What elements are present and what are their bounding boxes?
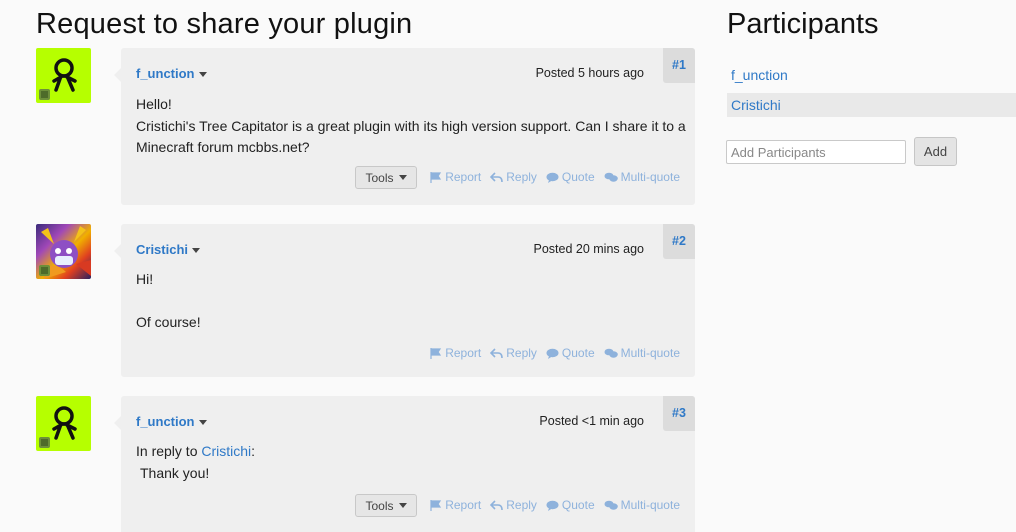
add-participants-input[interactable] — [726, 140, 906, 164]
avatar[interactable] — [36, 224, 91, 279]
online-status-indicator — [39, 437, 50, 448]
participant-cristichi[interactable]: Cristichi — [727, 93, 1016, 117]
reply-link[interactable]: Reply — [490, 498, 537, 512]
message-author[interactable]: Cristichi — [136, 242, 201, 257]
message-body: In reply to Cristichi: Thank you! — [136, 441, 686, 484]
chevron-down-icon — [398, 175, 407, 180]
message-author[interactable]: f_unction — [136, 414, 207, 429]
message-author[interactable]: f_unction — [136, 66, 207, 81]
chevron-down-icon — [198, 420, 207, 426]
multiquote-icon — [604, 348, 618, 358]
quote-icon — [546, 500, 559, 511]
message-timestamp: Posted <1 min ago — [539, 414, 644, 428]
message-2: Cristichi Posted 20 mins ago #2 Hi! Of c… — [114, 224, 695, 377]
message-timestamp: Posted 20 mins ago — [533, 242, 645, 256]
message-actions: Report Reply Quote Multi-quote — [430, 498, 680, 512]
page-title: Request to share your plugin — [36, 8, 413, 40]
chevron-down-icon — [192, 248, 201, 254]
reply-icon — [490, 347, 504, 358]
message-1: f_unction Posted 5 hours ago #1 Hello! C… — [114, 48, 695, 205]
avatar[interactable] — [36, 396, 91, 451]
avatar[interactable] — [36, 48, 91, 103]
reply-icon — [490, 171, 504, 182]
chevron-down-icon — [198, 72, 207, 78]
reply-icon — [490, 499, 504, 510]
reply-user-link[interactable]: Cristichi — [201, 443, 251, 459]
quote-icon — [546, 172, 559, 183]
chevron-down-icon — [398, 503, 407, 508]
participant-f-unction[interactable]: f_unction — [727, 63, 1016, 87]
add-participant-button[interactable]: Add — [914, 137, 957, 166]
participants-title: Participants — [727, 8, 879, 40]
flag-icon — [430, 499, 442, 511]
message-actions: Report Reply Quote Multi-quote — [430, 170, 680, 184]
message-actions: Report Reply Quote Multi-quote — [430, 346, 680, 360]
quote-link[interactable]: Quote — [546, 346, 595, 360]
multiquote-link[interactable]: Multi-quote — [604, 170, 680, 184]
online-status-indicator — [39, 265, 50, 276]
message-3: f_unction Posted <1 min ago #3 In reply … — [114, 396, 695, 532]
message-body: Hello! Cristichi's Tree Capitator is a g… — [136, 96, 686, 155]
multiquote-link[interactable]: Multi-quote — [604, 346, 680, 360]
message-number-link[interactable]: #2 — [663, 224, 695, 259]
flag-icon — [430, 171, 442, 183]
message-number-link[interactable]: #3 — [663, 396, 695, 431]
multiquote-link[interactable]: Multi-quote — [604, 498, 680, 512]
reply-link[interactable]: Reply — [490, 170, 537, 184]
flag-icon — [430, 347, 442, 359]
message-body: Hi! Of course! — [136, 271, 201, 330]
multiquote-icon — [604, 172, 618, 182]
quote-link[interactable]: Quote — [546, 498, 595, 512]
quote-link[interactable]: Quote — [546, 170, 595, 184]
message-timestamp: Posted 5 hours ago — [535, 66, 644, 80]
message-number-link[interactable]: #1 — [663, 48, 695, 83]
report-link[interactable]: Report — [430, 346, 481, 360]
tools-button[interactable]: Tools — [355, 166, 417, 189]
multiquote-icon — [604, 500, 618, 510]
tools-button[interactable]: Tools — [355, 494, 417, 517]
quote-icon — [546, 348, 559, 359]
reply-reference: In reply to Cristichi: — [136, 443, 256, 459]
report-link[interactable]: Report — [430, 170, 481, 184]
report-link[interactable]: Report — [430, 498, 481, 512]
reply-link[interactable]: Reply — [490, 346, 537, 360]
online-status-indicator — [39, 89, 50, 100]
